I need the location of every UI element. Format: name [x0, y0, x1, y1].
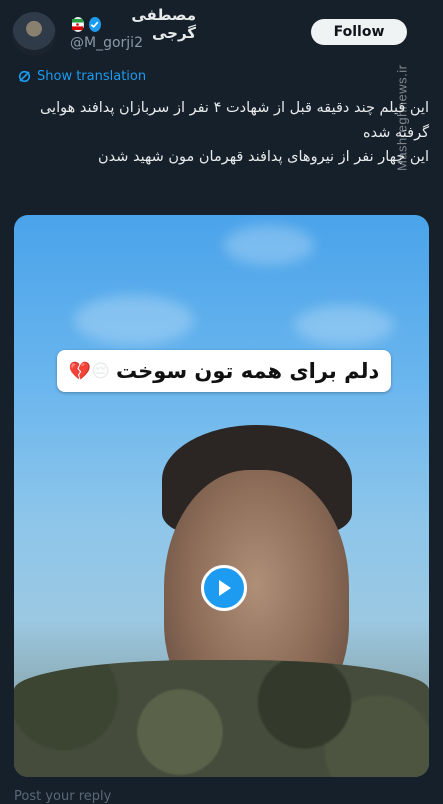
translation-label: Show translation [37, 68, 147, 84]
reply-placeholder[interactable]: Post your reply [14, 789, 111, 804]
show-translation-link[interactable]: Show translation [18, 66, 146, 86]
play-button[interactable] [201, 565, 247, 611]
caption-emoji: 💔😔 [68, 360, 110, 382]
caption-text: دلم برای همه تون سوخت [115, 359, 380, 383]
tweet-text-line: این چهار نفر از نیروهای پدافند قهرمان مو… [97, 149, 429, 165]
video-frame-shirt [14, 660, 429, 777]
avatar[interactable] [12, 12, 56, 56]
tweet-text-line: این فیلم چند دقیقه قبل از شهادت ۴ نفر از… [39, 100, 429, 141]
translate-icon [18, 70, 31, 82]
author-row[interactable]: مصطفی گرجی [72, 6, 196, 42]
verified-icon [88, 16, 101, 32]
author-handle[interactable]: @M_gorji2 [70, 35, 143, 51]
flag-icon [72, 16, 84, 32]
video-player[interactable]: 💔😔 دلم برای همه تون سوخت [14, 215, 429, 777]
tweet-text: این فیلم چند دقیقه قبل از شهادت ۴ نفر از… [24, 96, 429, 170]
video-caption: 💔😔 دلم برای همه تون سوخت [57, 350, 391, 392]
play-icon [219, 580, 231, 596]
